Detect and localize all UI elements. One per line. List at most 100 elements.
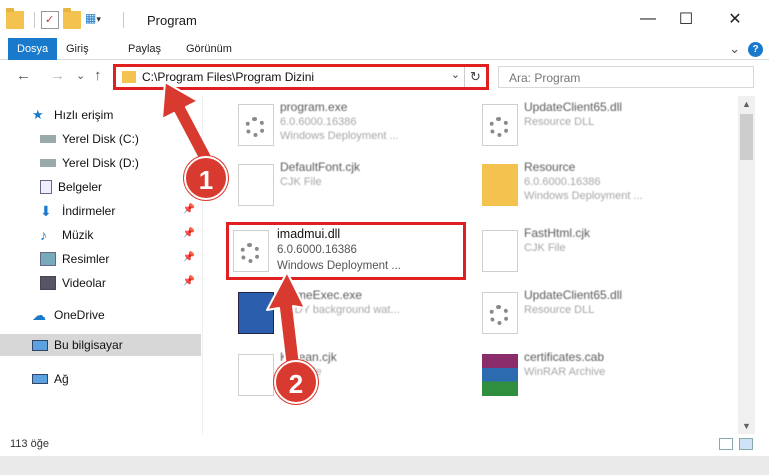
search-input[interactable]: Ara: Program [509,71,580,85]
exe-file-icon [238,104,274,146]
file-item-imadmui-dll[interactable]: imadmui.dll 6.0.6000.16386 Windows Deplo… [226,222,466,280]
status-bar: 113 öğe [0,434,769,456]
title-bar: ✓ ▦▾ Program — ☐ ✕ [0,0,769,38]
tab-gorunum[interactable]: Görünüm [186,38,232,60]
sidebar-item-disk-d[interactable]: Yerel Disk (D:) [0,152,201,174]
file-name: certificates.cab [524,350,605,364]
file-type: CJK File [524,242,566,254]
file-item-korean[interactable]: Korean.cjk CJK File [232,346,472,404]
toolbar-divider [123,12,124,28]
pin-icon[interactable]: 📌 [183,204,195,215]
file-item-certificates[interactable]: certificates.cab WinRAR Archive [476,346,716,404]
address-bar[interactable]: C:\Program Files\Program Dizini ⌄ ↻ [113,64,489,90]
vertical-scrollbar[interactable]: ▲ ▼ [738,96,755,434]
navigation-pane: ★ Hızlı erişim Yerel Disk (C:) Yerel Dis… [0,96,203,434]
window-bottom-strip [0,456,769,475]
tiles-view-icon[interactable] [739,438,753,450]
ribbon-controls: ⌄ ? [729,41,763,57]
file-icon [238,354,274,396]
quick-access-toolbar: ✓ ▦▾ [6,8,130,30]
drive-icon [40,135,56,143]
item-count: 113 öğe [10,438,49,450]
pin-icon[interactable]: 📌 [183,276,195,287]
sidebar-item-this-pc[interactable]: Bu bilgisayar [0,334,201,356]
file-item-fasthtml[interactable]: FastHtml.cjk CJK File [476,222,716,280]
sidebar-item-network[interactable]: Ağ [0,368,201,390]
download-icon: ⬇ [40,203,52,219]
sidebar-item-disk-c[interactable]: Yerel Disk (C:) [0,128,201,150]
ribbon-tabs: Dosya Giriş Paylaş Görünüm ⌄ ? [0,38,769,60]
address-path[interactable]: C:\Program Files\Program Dizini [142,70,314,84]
file-name: UpdateClient65.dll [524,100,623,114]
sidebar-item-downloads[interactable]: ⬇ İndirmeler 📌 [0,200,201,222]
sidebar-item-pictures[interactable]: Resimler 📌 [0,248,201,270]
documents-icon [40,180,52,194]
properties-icon[interactable]: ✓ [41,11,59,29]
scroll-down-icon[interactable]: ▼ [738,418,755,434]
tab-dosya[interactable]: Dosya [8,38,58,60]
search-box[interactable]: Ara: Program [498,66,754,88]
star-icon: ★ [32,107,44,122]
folder-icon[interactable] [6,8,24,29]
file-item-updateclient-2[interactable]: UpdateClient65.dll Resource DLL [476,284,716,342]
maximize-button[interactable]: ☐ [663,0,709,38]
forward-button[interactable]: → [50,67,65,84]
dll-file-icon [233,230,269,272]
computer-icon [32,339,48,351]
scroll-up-icon[interactable]: ▲ [738,96,755,112]
sidebar-item-label: Yerel Disk (C:) [62,132,139,146]
file-type: WinRAR Archive [524,366,606,378]
file-name: UpdateClient65.dll [524,288,623,302]
file-item-program-exe[interactable]: program.exe 6.0.6000.16386 Windows Deplo… [232,96,472,154]
file-name: DefaultFont.cjk [280,160,361,174]
up-button[interactable]: ↑ [94,67,102,84]
new-folder-icon[interactable] [63,8,81,29]
file-description: EBDY background wat... [280,304,400,316]
chevron-down-icon[interactable]: ⌄ [451,68,460,81]
file-description: Windows Deployment ... [524,190,643,202]
pin-icon[interactable]: 📌 [183,252,195,263]
window-title: Program [147,13,197,28]
sidebar-item-onedrive[interactable]: ☁ OneDrive [0,304,201,326]
recent-locations-button[interactable]: ⌄ [76,69,85,82]
sidebar-item-label: Hızlı erişim [54,108,114,122]
view-switcher [719,438,753,450]
file-item-defaultfont[interactable]: DefaultFont.cjk CJK File [232,156,472,214]
file-icon [238,164,274,206]
tab-paylas[interactable]: Paylaş [128,38,161,60]
sidebar-item-label: Müzik [62,228,94,242]
step-badge-1: 1 [184,156,228,200]
music-icon: ♪ [40,227,47,243]
file-version: 6.0.6000.16386 [280,116,357,128]
sidebar-item-music[interactable]: ♪ Müzik 📌 [0,224,201,246]
sidebar-item-documents[interactable]: Belgeler [0,176,201,198]
refresh-button[interactable]: ↻ [464,67,486,87]
close-button[interactable]: ✕ [712,0,758,38]
step-badge-2: 2 [274,360,318,404]
sidebar-item-label: Bu bilgisayar [54,338,123,352]
folder-icon [482,164,518,206]
pin-icon[interactable]: 📌 [183,228,195,239]
archive-icon [482,354,518,396]
sidebar-item-quick-access[interactable]: ★ Hızlı erişim [0,104,201,126]
file-description: Resource DLL [524,116,595,128]
exe-file-icon [238,292,274,334]
tab-giris[interactable]: Giriş [66,38,89,60]
videos-icon [40,276,56,290]
scroll-thumb[interactable] [740,114,753,160]
sidebar-item-label: Resimler [62,252,110,266]
customize-toolbar-icon[interactable]: ▦▾ [85,11,113,29]
file-item-updateclient-1[interactable]: UpdateClient65.dll Resource DLL [476,96,716,154]
file-item-resource[interactable]: Resource 6.0.6000.16386 Windows Deployme… [476,156,716,214]
help-icon[interactable]: ? [748,41,763,57]
file-version: 6.0.6000.16386 [524,176,601,188]
file-item-gameexec[interactable]: GameExec.exe EBDY background wat... [232,284,472,342]
file-name: program.exe [280,100,348,114]
sidebar-item-videos[interactable]: Videolar 📌 [0,272,201,294]
file-name: imadmui.dll [277,227,341,241]
sidebar-item-label: Ağ [54,372,69,386]
file-name: Resource [524,160,576,174]
back-button[interactable]: ← [16,67,31,84]
expand-ribbon-icon[interactable]: ⌄ [729,41,740,57]
details-view-icon[interactable] [719,438,733,450]
